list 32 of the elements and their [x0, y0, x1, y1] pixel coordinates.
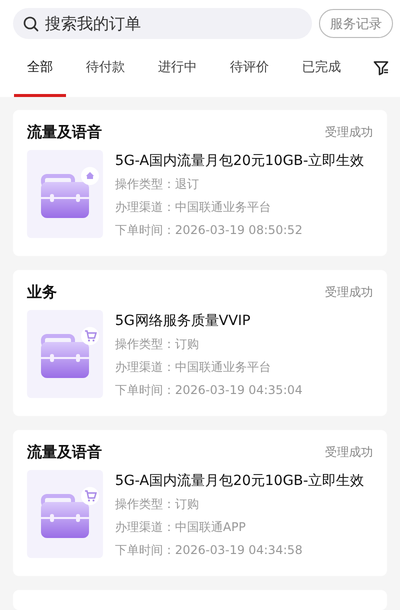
toolbox-icon	[27, 150, 103, 238]
search-field[interactable]: 搜索我的订单	[13, 8, 312, 39]
order-status: 受理成功	[325, 284, 373, 301]
tab[interactable]: 待付款	[73, 39, 138, 97]
tab[interactable]: 全部	[14, 39, 66, 97]
category-title: 流量及语音	[27, 443, 102, 462]
order-detail: 操作类型：订购	[115, 336, 200, 353]
order-title: 5G-A国内流量月包20元10GB-立即生效	[115, 152, 364, 170]
order-detail: 下单时间：2026-03-19 04:35:04	[115, 382, 302, 399]
service-records-button[interactable]: 服务记录	[319, 9, 393, 38]
toolbox-cart-icon	[27, 470, 103, 558]
order-card[interactable]: 流量及语音 受理成功 5G-A国内流量月包20元10GB-立即生效 操作类型：退订 办理渠道：中国联通业务平台 下单时间：2026-03-19 08:50:52	[13, 110, 387, 256]
order-detail: 办理渠道：中国联通业务平台	[115, 199, 272, 216]
toolbox-cart-icon	[27, 310, 103, 398]
order-detail: 下单时间：2026-03-19 08:50:52	[115, 222, 304, 239]
tab[interactable]: 进行中	[145, 39, 210, 97]
tab[interactable]: 待评价	[217, 39, 282, 97]
order-detail: 下单时间：2026-03-19 04:34:58	[115, 542, 304, 559]
order-title: 5G网络服务质量VVIP	[115, 312, 252, 330]
order-card[interactable]: 流量及语音 受理成功 5G-A国内流量月包20元10GB-立即生效 操作类型：订购 办理渠道：中国联通APP 下单时间：2026-03-19 04:34:58	[13, 430, 387, 576]
order-title: 5G-A国内流量月包20元10GB-立即生效	[115, 472, 364, 490]
filter-icon[interactable]	[373, 60, 389, 76]
category-title: 流量及语音	[27, 123, 102, 142]
tab[interactable]: 已完成	[289, 39, 354, 97]
order-detail: 办理渠道：中国联通业务平台	[115, 359, 272, 376]
order-detail: 操作类型：退订	[115, 176, 200, 193]
order-detail: 操作类型：订购	[115, 496, 200, 513]
order-status: 受理成功	[325, 124, 373, 141]
order-detail: 办理渠道：中国联通APP	[115, 519, 247, 536]
order-card[interactable]: 业务 受理成功 5G网络服务质量VVIP 操作类型：订购 办理渠道：中国联通业务平台 下单时间：2026-03-19 04:35:04	[13, 270, 387, 416]
category-title: 业务	[27, 283, 57, 302]
order-status: 受理成功	[325, 444, 373, 461]
